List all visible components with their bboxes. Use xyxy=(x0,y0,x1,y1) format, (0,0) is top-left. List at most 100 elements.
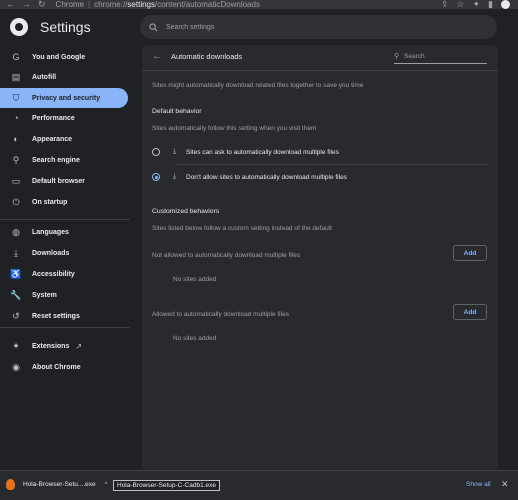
sidebar-item-label: Languages xyxy=(32,228,69,236)
palette-icon: ◐ xyxy=(13,134,19,144)
chrome-icon: ◉ xyxy=(12,362,20,372)
sidebar-item-about-chrome[interactable]: ◉ About Chrome xyxy=(0,357,128,377)
filename-tooltip: Hola-Browser-Setup-C-Cadb1.exe xyxy=(113,480,220,491)
search-icon xyxy=(149,22,158,31)
chrome-logo-icon xyxy=(10,18,28,36)
sidebar-divider xyxy=(0,219,130,220)
option-dont-allow[interactable]: ⤓ Don't allow sites to automatically dow… xyxy=(152,166,488,188)
customized-behaviors-heading: Customized behaviors xyxy=(152,208,220,215)
sidebar-item-label: Default browser xyxy=(32,177,85,185)
sidebar-item-reset-settings[interactable]: ↺ Reset settings xyxy=(0,306,128,326)
sidebar-item-label: Downloads xyxy=(32,249,70,257)
download-icon: ⤓ xyxy=(14,248,18,258)
sidebar-item-you-and-google[interactable]: G You and Google xyxy=(0,47,128,67)
forward-icon[interactable]: → xyxy=(22,0,31,9)
sidebar-item-default-browser[interactable]: ▭ Default browser xyxy=(0,171,128,191)
card-title: Automatic downloads xyxy=(171,52,243,61)
option-divider xyxy=(176,164,488,165)
sidebar-item-languages[interactable]: ◍ Languages xyxy=(0,222,128,242)
sidebar-item-autofill[interactable]: ▤ Autofill xyxy=(0,67,128,87)
side-panel-icon[interactable]: ▮ xyxy=(488,0,493,9)
sidebar-item-label: Appearance xyxy=(32,135,73,143)
default-behavior-subheading: Sites automatically follow this setting … xyxy=(152,125,317,132)
share-icon[interactable]: ⇪ xyxy=(441,0,449,9)
sidebar-item-downloads[interactable]: ⤓ Downloads xyxy=(0,243,128,263)
settings-search[interactable] xyxy=(140,15,497,39)
page-description: Sites might automatically download relat… xyxy=(152,82,364,89)
open-in-new-icon: ↗ xyxy=(75,341,83,351)
sidebar-item-on-startup[interactable]: ⏻ On startup xyxy=(0,192,128,212)
allowed-label: Allowed to automatically download multip… xyxy=(152,311,289,318)
customized-behaviors-subheading: Sites listed below follow a custom setti… xyxy=(152,225,332,232)
wrench-icon: 🔧 xyxy=(10,290,22,300)
sidebar-item-label: On startup xyxy=(32,198,68,206)
power-icon: ⏻ xyxy=(12,197,20,207)
option-label: Don't allow sites to automatically downl… xyxy=(186,173,347,181)
sidebar-item-label: Search engine xyxy=(32,156,80,164)
not-allowed-label: Not allowed to automatically download mu… xyxy=(152,252,301,259)
browser-icon: ▭ xyxy=(11,176,21,186)
browser-toolbar: ← → ↻ Chrome | chrome://settings/content… xyxy=(0,0,518,9)
card-divider xyxy=(142,70,498,71)
radio-button[interactable] xyxy=(152,148,160,156)
sidebar-item-label: Autofill xyxy=(32,73,57,81)
sidebar-item-label: About Chrome xyxy=(32,363,81,371)
star-icon[interactable]: ☆ xyxy=(456,0,464,9)
toolbar-actions: ⇪ ☆ ✦ ▮ xyxy=(441,0,518,9)
search-icon: ⚲ xyxy=(12,155,20,165)
download-filename: Hola-Browser-Setu....exe xyxy=(23,481,96,488)
extensions-icon[interactable]: ✦ xyxy=(473,0,481,9)
option-allow-ask[interactable]: ⤓ Sites can ask to automatically downloa… xyxy=(152,141,488,163)
radio-button-selected[interactable] xyxy=(152,173,160,181)
add-not-allowed-button[interactable]: Add xyxy=(453,245,487,261)
sidebar-item-label: Accessibility xyxy=(32,270,75,278)
sidebar-item-extensions[interactable]: ✦ Extensions ↗ xyxy=(0,336,128,356)
profile-icon[interactable] xyxy=(501,0,510,9)
accessibility-icon: ♿ xyxy=(10,269,22,279)
settings-search-input[interactable] xyxy=(166,23,466,31)
sidebar-item-label: Performance xyxy=(32,114,75,122)
navigation-buttons: ← → ↻ xyxy=(0,0,46,9)
close-icon[interactable]: ✕ xyxy=(501,479,509,490)
sidebar-item-privacy-and-security[interactable]: ⛉ Privacy and security xyxy=(0,88,128,108)
shield-icon: ⛉ xyxy=(12,93,20,103)
allowed-empty: No sites added xyxy=(173,335,217,342)
speedometer-icon: ◔ xyxy=(13,113,19,123)
sidebar-item-accessibility[interactable]: ♿ Accessibility xyxy=(0,264,128,284)
default-behavior-heading: Default behavior xyxy=(152,108,202,115)
back-icon[interactable]: ← xyxy=(6,0,15,9)
add-allowed-button[interactable]: Add xyxy=(453,304,487,320)
chevron-up-icon[interactable]: ^ xyxy=(105,482,108,488)
site-search[interactable]: ⚲ xyxy=(394,49,487,64)
sidebar-item-label: Privacy and security xyxy=(32,94,101,102)
show-all-link[interactable]: Show all xyxy=(466,481,491,488)
automatic-downloads-card: ← Automatic downloads ⚲ Sites might auto… xyxy=(142,45,498,470)
address-bar[interactable]: Chrome | chrome://settings/content/autom… xyxy=(56,0,260,9)
sidebar: G You and Google ▤ Autofill ⛉ Privacy and s… xyxy=(0,45,130,470)
download-item[interactable]: Hola-Browser-Setu....exe ^ xyxy=(6,479,107,490)
sidebar-item-search-engine[interactable]: ⚲ Search engine xyxy=(0,150,128,170)
sidebar-divider xyxy=(0,327,130,328)
reload-icon[interactable]: ↻ xyxy=(38,0,46,9)
reset-icon: ↺ xyxy=(12,311,20,321)
clipboard-icon: ▤ xyxy=(11,72,21,82)
address-separator: | xyxy=(88,0,91,9)
download-icon: ⤓ xyxy=(173,148,177,155)
page-title: Settings xyxy=(40,19,91,35)
option-label: Sites can ask to automatically download … xyxy=(186,148,339,156)
settings-header: Settings xyxy=(0,9,518,45)
sidebar-item-system[interactable]: 🔧 System xyxy=(0,285,128,305)
sidebar-item-appearance[interactable]: ◐ Appearance xyxy=(0,129,128,149)
puzzle-icon: ✦ xyxy=(12,341,20,351)
download-bar: Hola-Browser-Setu....exe ^ Hola-Browser-… xyxy=(0,470,518,500)
globe-icon: ◍ xyxy=(12,227,20,237)
sidebar-item-label: Extensions xyxy=(32,342,70,350)
google-icon: G xyxy=(12,52,20,62)
download-blocked-icon: ⤓ xyxy=(173,173,177,180)
sidebar-item-performance[interactable]: ◔ Performance xyxy=(0,108,128,128)
back-arrow-icon[interactable]: ← xyxy=(152,50,166,64)
sidebar-item-label: System xyxy=(32,291,57,299)
site-search-input[interactable] xyxy=(404,52,484,60)
url-text: chrome://settings/content/automaticDownl… xyxy=(94,0,260,9)
file-icon xyxy=(6,479,15,490)
